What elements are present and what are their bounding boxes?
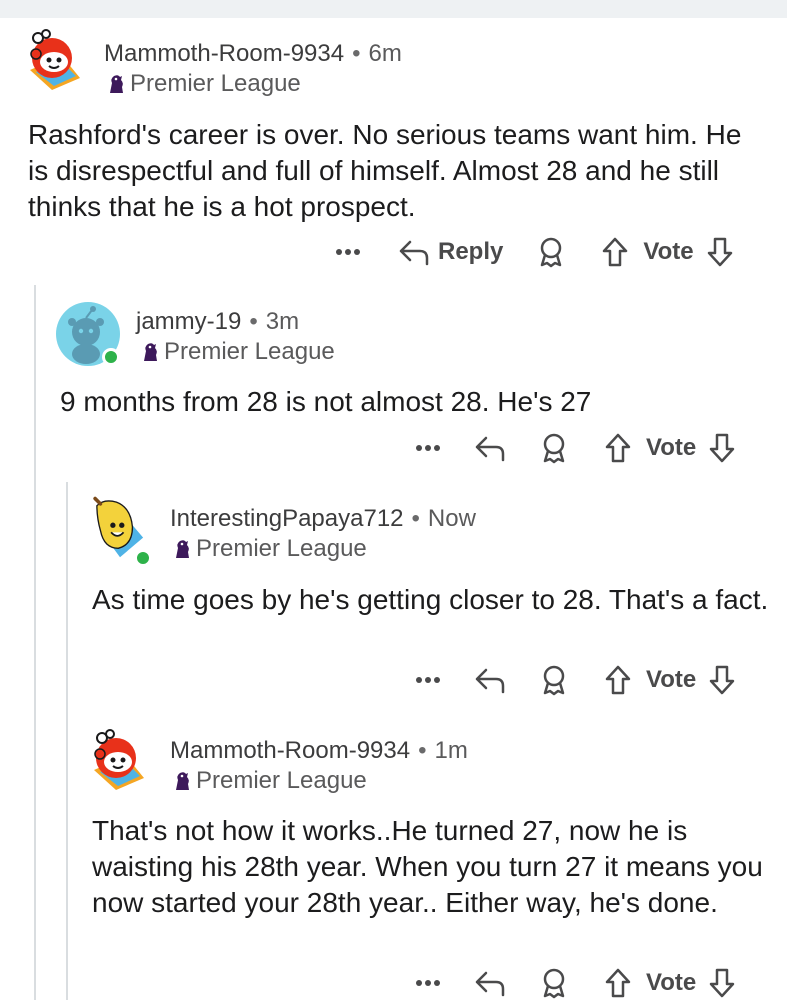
- vote-label: Vote: [646, 969, 697, 996]
- downvote-arrow-icon: [709, 968, 735, 998]
- comment-actions: Reply Vote: [334, 232, 734, 272]
- upvote-arrow-icon: [603, 237, 628, 267]
- vote-label: Vote: [646, 666, 697, 693]
- comment-actions: Vote: [414, 428, 736, 468]
- separator-dot: •: [249, 308, 258, 335]
- reply-button[interactable]: Reply: [398, 238, 503, 266]
- more-options-button[interactable]: [334, 248, 374, 256]
- timestamp: Now: [427, 505, 476, 532]
- user-flair: Premier League: [140, 338, 335, 366]
- reply-icon: [399, 240, 429, 266]
- upvote-button[interactable]: [601, 236, 629, 268]
- more-options-button[interactable]: [414, 444, 454, 452]
- more-icon: [416, 677, 440, 683]
- reply-icon: [475, 971, 505, 997]
- comment-meta: jammy-19 • 3m: [136, 308, 299, 336]
- avatar-snoo-banana[interactable]: [88, 495, 152, 567]
- flair-text: Premier League: [196, 535, 367, 562]
- vote-label: Vote: [643, 238, 694, 265]
- comment-body: 9 months from 28 is not almost 28. He's …: [60, 386, 592, 417]
- separator-dot: •: [411, 505, 420, 532]
- separator-dot: •: [418, 737, 427, 764]
- user-flair: Premier League: [172, 767, 367, 795]
- top-divider-bar: [0, 0, 787, 18]
- premier-league-icon: [110, 75, 123, 93]
- timestamp: 6m: [368, 40, 402, 67]
- comment-body: Rashford's career is over. No serious te…: [28, 119, 742, 222]
- thread-line-level-2[interactable]: [66, 482, 68, 1000]
- downvote-button[interactable]: [706, 236, 734, 268]
- reply-button[interactable]: [474, 434, 506, 462]
- more-options-button[interactable]: [414, 979, 454, 987]
- premier-league-icon: [176, 772, 189, 790]
- reply-icon: [475, 668, 505, 694]
- award-button[interactable]: [540, 664, 568, 696]
- more-icon: [416, 980, 440, 986]
- flair-text: Premier League: [196, 767, 367, 794]
- more-options-button[interactable]: [414, 676, 454, 684]
- flair-text: Premier League: [164, 338, 335, 365]
- avatar-snoo-red[interactable]: [22, 28, 86, 92]
- username[interactable]: Mammoth-Room-9934: [170, 737, 410, 764]
- vote-label: Vote: [646, 434, 697, 461]
- comment-meta: InterestingPapaya712 • Now: [170, 505, 476, 533]
- downvote-button[interactable]: [708, 967, 736, 999]
- reply-button[interactable]: [474, 666, 506, 694]
- upvote-arrow-icon: [605, 968, 631, 998]
- username[interactable]: InterestingPapaya712: [170, 505, 404, 532]
- award-button[interactable]: [537, 236, 565, 268]
- more-icon: [336, 249, 360, 255]
- username[interactable]: Mammoth-Room-9934: [104, 40, 344, 67]
- timestamp: 3m: [265, 308, 300, 335]
- thread-line-level-1[interactable]: [34, 285, 36, 1000]
- upvote-button[interactable]: [604, 967, 632, 999]
- username[interactable]: jammy-19: [136, 308, 241, 335]
- separator-dot: •: [352, 40, 361, 67]
- flair-text: Premier League: [130, 70, 301, 97]
- comment-body: As time goes by he's getting closer to 2…: [92, 584, 769, 615]
- comment-actions: Vote: [414, 963, 736, 1000]
- downvote-button[interactable]: [708, 664, 736, 696]
- award-icon: [543, 665, 565, 696]
- user-flair: Premier League: [172, 535, 367, 563]
- downvote-arrow-icon: [709, 665, 735, 695]
- comment-actions: Vote: [414, 660, 736, 700]
- award-button[interactable]: [540, 967, 568, 999]
- upvote-button[interactable]: [604, 432, 632, 464]
- comment-body: That's not how it works..He turned 27, n…: [92, 815, 763, 918]
- comment-meta: Mammoth-Room-9934 • 6m: [104, 40, 402, 68]
- avatar-snoo-red[interactable]: [86, 728, 150, 792]
- reply-icon: [475, 436, 505, 462]
- timestamp: 1m: [434, 737, 468, 764]
- comment-meta: Mammoth-Room-9934 • 1m: [170, 737, 468, 765]
- downvote-button[interactable]: [708, 432, 736, 464]
- user-flair: Premier League: [106, 70, 301, 98]
- more-icon: [416, 445, 440, 451]
- reply-button[interactable]: [474, 969, 506, 997]
- award-icon: [543, 968, 565, 999]
- premier-league-icon: [176, 540, 189, 558]
- award-button[interactable]: [540, 432, 568, 464]
- reply-label: Reply: [438, 238, 504, 265]
- online-status-indicator: [134, 549, 152, 567]
- upvote-arrow-icon: [605, 665, 631, 695]
- award-icon: [543, 433, 565, 464]
- downvote-arrow-icon: [709, 433, 735, 463]
- downvote-arrow-icon: [707, 237, 732, 267]
- online-status-indicator: [102, 348, 120, 366]
- upvote-button[interactable]: [604, 664, 632, 696]
- avatar-snoo-blue[interactable]: [56, 302, 120, 366]
- premier-league-icon: [144, 343, 157, 361]
- upvote-arrow-icon: [605, 433, 631, 463]
- award-icon: [541, 237, 562, 268]
